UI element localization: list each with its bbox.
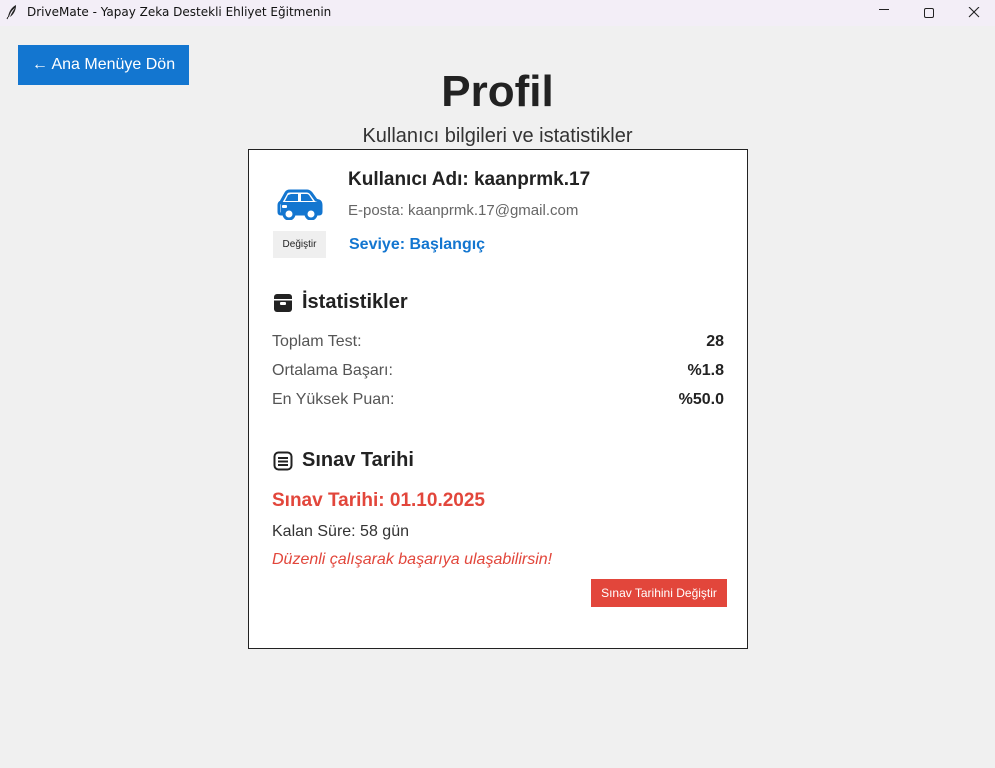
calendar-icon [273, 451, 293, 470]
minimize-icon [879, 9, 889, 10]
close-button[interactable] [951, 0, 995, 26]
car-icon [277, 188, 323, 225]
exam-title-text: Sınav Tarihi [302, 449, 414, 471]
stat-label: Ortalama Başarı: [272, 362, 393, 379]
stats-section-title: İstatistikler [273, 291, 408, 314]
exam-date-label: Sınav Tarihi: 01.10.2025 [272, 490, 485, 511]
maximize-button[interactable] [906, 0, 952, 26]
stat-label: En Yüksek Puan: [272, 391, 395, 408]
feather-icon [6, 4, 20, 20]
change-exam-date-button[interactable]: Sınav Tarihini Değiştir [591, 579, 727, 607]
window-title: DriveMate - Yapay Zeka Destekli Ehliyet … [27, 5, 332, 19]
profile-card: Değiştir Kullanıcı Adı: kaanprmk.17 E-po… [248, 149, 748, 649]
stat-value: %1.8 [687, 362, 724, 379]
page-title: Profil [441, 67, 554, 116]
email-label: E-posta: kaanprmk.17@gmail.com [348, 202, 579, 219]
stat-label: Toplam Test: [272, 333, 362, 350]
stat-value: %50.0 [678, 391, 724, 408]
stat-row-highest-score: En Yüksek Puan: %50.0 [272, 389, 724, 411]
level-label: Seviye: Başlangıç [349, 236, 486, 253]
exam-section-title: Sınav Tarihi [273, 449, 414, 472]
maximize-icon [924, 8, 934, 18]
username-label: Kullanıcı Adı: kaanprmk.17 [348, 169, 591, 190]
box-icon [274, 293, 292, 312]
minimize-button[interactable] [861, 0, 907, 26]
remaining-time-label: Kalan Süre: 58 gün [272, 523, 409, 540]
stat-value: 28 [706, 333, 724, 350]
page-subtitle: Kullanıcı bilgileri ve istatistikler [362, 125, 633, 147]
motivation-text: Düzenli çalışarak başarıya ulaşabilirsin… [272, 551, 553, 568]
window-titlebar: DriveMate - Yapay Zeka Destekli Ehliyet … [0, 0, 995, 26]
stat-row-total-tests: Toplam Test: 28 [272, 331, 724, 353]
stat-row-average-success: Ortalama Başarı: %1.8 [272, 360, 724, 382]
close-icon [968, 7, 980, 18]
stats-title-text: İstatistikler [302, 291, 408, 313]
change-avatar-button[interactable]: Değiştir [273, 231, 326, 258]
